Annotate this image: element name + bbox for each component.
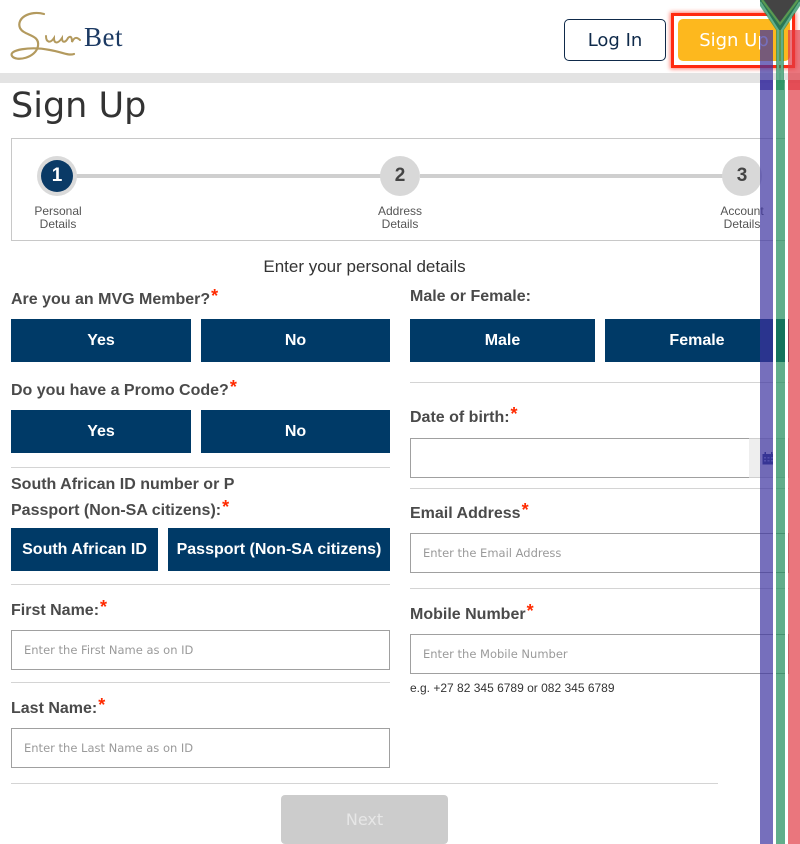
step-1-indicator: 1	[37, 156, 77, 196]
step-2-indicator: 2	[380, 156, 420, 196]
required-asterisk: *	[100, 597, 108, 617]
mobile-input[interactable]	[410, 634, 789, 674]
mvg-no-button[interactable]: No	[201, 319, 390, 362]
promo-yes-button[interactable]: Yes	[11, 410, 191, 453]
required-asterisk: *	[526, 601, 534, 621]
passport-button[interactable]: Passport (Non-SA citizens)	[168, 528, 390, 571]
required-asterisk: *	[98, 695, 106, 715]
required-asterisk: *	[229, 377, 237, 397]
step-3-label: Account Details	[720, 204, 764, 231]
page-title: Sign Up	[11, 86, 147, 126]
sunbet-logo[interactable]: Bet	[10, 8, 130, 64]
signup-button[interactable]: Sign Up	[678, 19, 790, 61]
required-asterisk: *	[510, 404, 518, 424]
first-name-label: First Name:*	[11, 597, 108, 619]
progress-stepper: 1 Personal Details 2 Address Details 3 A…	[11, 138, 788, 241]
id-type-question-label: South African ID number or P Passport (N…	[11, 476, 235, 519]
required-asterisk: *	[521, 500, 529, 520]
mobile-label: Mobile Number*	[410, 601, 534, 623]
step-1-label: Personal Details	[34, 204, 82, 231]
mvg-question-label: Are you an MVG Member?*	[11, 286, 219, 308]
dob-label: Date of birth:*	[410, 404, 518, 426]
last-name-label: Last Name:*	[11, 695, 106, 717]
last-name-input[interactable]	[11, 728, 390, 768]
divider	[410, 488, 789, 489]
site-header: Bet Log In Sign Up	[0, 0, 800, 73]
email-input[interactable]	[410, 533, 789, 573]
female-button[interactable]: Female	[605, 319, 789, 362]
section-heading: Enter your personal details	[263, 257, 466, 276]
promo-question-label: Do you have a Promo Code?*	[11, 377, 237, 399]
first-name-input[interactable]	[11, 630, 390, 670]
next-button[interactable]: Next	[281, 795, 448, 844]
divider	[410, 382, 789, 383]
step-connector	[420, 174, 744, 178]
login-button[interactable]: Log In	[564, 19, 666, 61]
logo-bet-text: Bet	[84, 22, 123, 52]
divider	[11, 467, 390, 468]
dob-input[interactable]	[410, 438, 750, 478]
mvg-yes-button[interactable]: Yes	[11, 319, 191, 362]
required-asterisk: *	[222, 497, 230, 517]
gender-question-label: Male or Female:	[410, 288, 531, 305]
divider	[410, 588, 789, 589]
calendar-button[interactable]	[749, 438, 789, 478]
male-button[interactable]: Male	[410, 319, 595, 362]
promo-no-button[interactable]: No	[201, 410, 390, 453]
flag-stripe-red	[788, 80, 800, 844]
divider	[11, 682, 390, 683]
south-african-id-button[interactable]: South African ID	[11, 528, 158, 571]
calendar-icon	[762, 451, 775, 464]
step-connector	[58, 174, 382, 178]
required-asterisk: *	[211, 286, 219, 306]
mobile-format-hint: e.g. +27 82 345 6789 or 082 345 6789	[410, 681, 615, 695]
sa-flag-overlay	[760, 0, 800, 844]
header-divider-bar	[0, 73, 800, 83]
step-3-indicator: 3	[722, 156, 762, 196]
divider	[11, 783, 718, 784]
step-2-label: Address Details	[377, 204, 423, 231]
divider	[11, 584, 390, 585]
email-label: Email Address*	[410, 500, 529, 522]
